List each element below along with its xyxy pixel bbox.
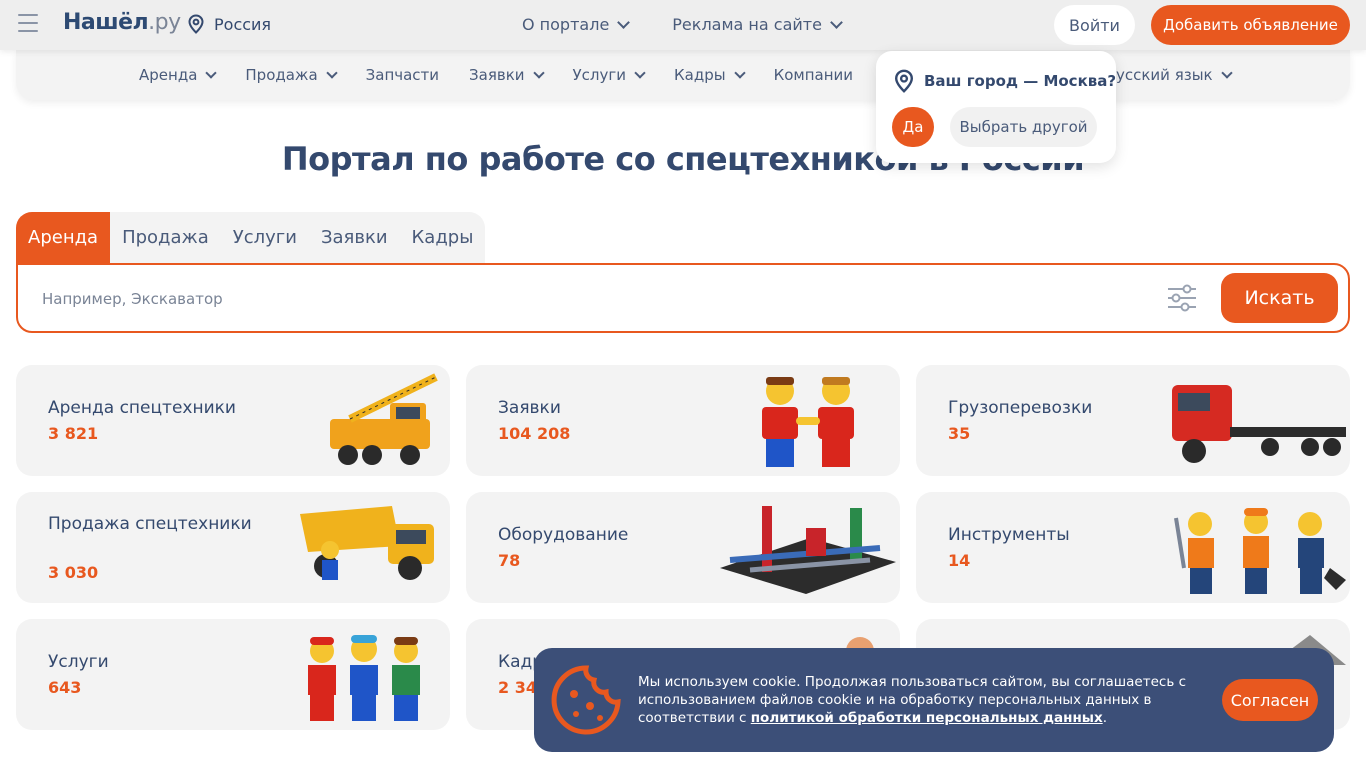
search-button[interactable]: Искать bbox=[1221, 273, 1338, 323]
card-count: 2 34 bbox=[498, 678, 537, 697]
catnav-label: Запчасти bbox=[365, 66, 440, 84]
category-card-tools[interactable]: Инструменты 14 bbox=[916, 492, 1350, 603]
nav-about-label: О портале bbox=[522, 15, 610, 34]
workers-tools-icon bbox=[1174, 508, 1346, 594]
menu-icon[interactable] bbox=[18, 14, 38, 32]
privacy-policy-link[interactable]: политикой обработки персональных данных bbox=[751, 710, 1103, 726]
card-count: 35 bbox=[948, 424, 971, 443]
nav-advertising-label: Реклама на сайте bbox=[672, 15, 822, 34]
language-selector[interactable]: усский язык bbox=[1116, 66, 1233, 84]
catnav-rent[interactable]: Аренда bbox=[139, 66, 218, 84]
city-question-text: Ваш город — Москва? bbox=[924, 72, 1117, 90]
card-count: 104 208 bbox=[498, 424, 571, 443]
catnav-requests[interactable]: Заявки bbox=[469, 66, 545, 84]
category-card-freight[interactable]: Грузоперевозки 35 bbox=[916, 365, 1350, 476]
card-title: Продажа спецтехники bbox=[48, 514, 252, 534]
filter-sliders-icon[interactable] bbox=[1166, 284, 1198, 312]
chevron-down-icon bbox=[634, 66, 646, 79]
semi-truck-icon bbox=[1172, 385, 1346, 463]
crane-truck-icon bbox=[330, 373, 438, 465]
category-card-services[interactable]: Услуги 643 bbox=[16, 619, 450, 730]
card-title: Аренда спецтехники bbox=[48, 398, 236, 418]
category-card-rent[interactable]: Аренда спецтехники 3 821 bbox=[16, 365, 450, 476]
catnav-services[interactable]: Услуги bbox=[572, 66, 646, 84]
chevron-down-icon bbox=[733, 66, 746, 79]
catnav-label: Продажа bbox=[245, 66, 318, 84]
cookie-suffix: . bbox=[1102, 710, 1107, 726]
catnav-label: Кадры bbox=[674, 66, 726, 84]
city-other-button[interactable]: Выбрать другой bbox=[950, 107, 1097, 147]
tab-requests[interactable]: Заявки bbox=[309, 212, 400, 264]
logo-main: Нашёл bbox=[63, 10, 149, 35]
card-title: Заявки bbox=[498, 398, 561, 418]
search-box: Искать bbox=[16, 263, 1350, 333]
catnav-companies[interactable]: Компании bbox=[774, 66, 853, 84]
chevron-down-icon bbox=[830, 15, 843, 29]
logo-ru: .ру bbox=[148, 10, 181, 35]
card-title: Оборудование bbox=[498, 525, 629, 545]
card-count: 643 bbox=[48, 678, 82, 697]
catnav-sale[interactable]: Продажа bbox=[245, 66, 338, 84]
card-count: 14 bbox=[948, 551, 971, 570]
nav-advertising[interactable]: Реклама на сайте bbox=[672, 15, 843, 34]
category-nav: Аренда Продажа Запчасти Заявки Услуги Ка… bbox=[16, 50, 1350, 100]
site-logo[interactable]: Нашёл.ру bbox=[63, 10, 181, 35]
cookie-icon bbox=[551, 665, 621, 735]
city-confirm-popup: Ваш город — Москва? Да Выбрать другой bbox=[876, 51, 1116, 163]
tab-rent[interactable]: Аренда bbox=[16, 212, 111, 264]
location-pin-icon bbox=[188, 14, 204, 34]
category-nav-items: Аренда Продажа Запчасти Заявки Услуги Ка… bbox=[139, 66, 853, 84]
chevron-down-icon bbox=[205, 66, 218, 79]
region-selector[interactable]: Россия bbox=[186, 14, 271, 34]
card-title: Услуги bbox=[48, 652, 109, 672]
page-title: Портал по работе со спецтехникой в Росси… bbox=[281, 140, 1085, 178]
chevron-down-icon bbox=[617, 15, 631, 29]
search-input[interactable] bbox=[42, 285, 1142, 313]
city-question: Ваш город — Москва? bbox=[892, 69, 1116, 93]
top-nav: О портале Реклама на сайте bbox=[522, 15, 843, 34]
top-header: Нашёл.ру Россия О портале Реклама на сай… bbox=[0, 0, 1366, 50]
nav-about[interactable]: О портале bbox=[522, 15, 631, 34]
add-listing-button[interactable]: Добавить объявление bbox=[1151, 5, 1350, 45]
city-yes-button[interactable]: Да bbox=[892, 107, 934, 147]
category-card-requests[interactable]: Заявки 104 208 bbox=[466, 365, 900, 476]
card-title: Инструменты bbox=[948, 525, 1070, 545]
card-count: 78 bbox=[498, 551, 521, 570]
catnav-label: Заявки bbox=[469, 66, 525, 84]
tab-sale[interactable]: Продажа bbox=[110, 212, 221, 264]
catnav-staff[interactable]: Кадры bbox=[674, 66, 746, 84]
location-pin-icon bbox=[894, 69, 914, 93]
tab-services[interactable]: Услуги bbox=[221, 212, 309, 264]
team-figures-icon bbox=[308, 635, 420, 721]
catnav-label: Аренда bbox=[139, 66, 198, 84]
cookie-text: Мы используем cookie. Продолжая пользова… bbox=[638, 673, 1198, 727]
cookie-agree-button[interactable]: Согласен bbox=[1222, 679, 1318, 721]
category-card-sale[interactable]: Продажа спецтехники 3 030 bbox=[16, 492, 450, 603]
card-count: 3 821 bbox=[48, 424, 99, 443]
catnav-label: Компании bbox=[773, 66, 854, 84]
cookie-banner: Мы используем cookie. Продолжая пользова… bbox=[534, 648, 1334, 752]
dump-truck-icon bbox=[300, 506, 434, 580]
chevron-down-icon bbox=[532, 66, 545, 79]
machinery-icon bbox=[720, 506, 896, 594]
language-label: усский язык bbox=[1116, 66, 1213, 84]
tab-staff[interactable]: Кадры bbox=[400, 212, 486, 264]
catnav-label: Услуги bbox=[572, 66, 627, 84]
search-tabs: Аренда Продажа Услуги Заявки Кадры bbox=[16, 212, 486, 264]
page: Нашёл.ру Россия О портале Реклама на сай… bbox=[0, 0, 1366, 768]
chevron-down-icon bbox=[1220, 66, 1233, 79]
card-count: 3 030 bbox=[48, 563, 99, 582]
region-label: Россия bbox=[214, 14, 272, 34]
category-card-equipment[interactable]: Оборудование 78 bbox=[466, 492, 900, 603]
login-button[interactable]: Войти bbox=[1054, 5, 1135, 45]
catnav-parts[interactable]: Запчасти bbox=[366, 66, 439, 84]
handshake-figures-icon bbox=[762, 377, 854, 467]
chevron-down-icon bbox=[325, 66, 338, 79]
card-title: Грузоперевозки bbox=[948, 398, 1093, 418]
